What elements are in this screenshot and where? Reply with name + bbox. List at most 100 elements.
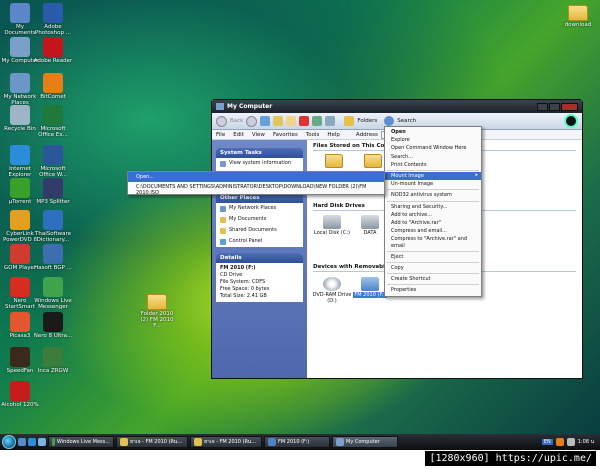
close-button[interactable] — [561, 102, 578, 111]
switch-windows-icon[interactable] — [38, 438, 46, 446]
place-shared[interactable]: Shared Documents — [216, 225, 303, 236]
context-menu-item[interactable]: Add to "Archive.rar" — [385, 219, 481, 227]
context-menu-item[interactable]: Compress and email... — [385, 227, 481, 235]
folder-icon — [568, 5, 588, 21]
submenu-iso-path[interactable]: C:\DOCUMENTS AND SETTINGS\ADMINISTRATOR\… — [128, 182, 384, 198]
context-menu-item[interactable]: Create Shortcut — [385, 275, 481, 283]
inca-icon — [43, 347, 63, 367]
desktop-icon[interactable]: Microsoft Office W... — [33, 145, 73, 178]
taskbar-fm-1[interactable]: ฮาเจ - FM 2010 (ดิน... — [116, 436, 188, 448]
desktop-icon[interactable]: Microsoft Office Ex... — [33, 105, 73, 138]
views-icon[interactable] — [325, 116, 336, 126]
language-indicator[interactable]: EN — [541, 439, 553, 445]
control-panel-icon — [220, 238, 226, 245]
context-menu-item[interactable]: Sharing and Security... — [385, 203, 481, 211]
maximize-button[interactable] — [549, 102, 560, 111]
context-menu-item[interactable]: Compress to "Archive.rar" and email — [385, 235, 481, 249]
details-type: CD Drive — [220, 272, 243, 278]
context-menu-item[interactable]: Open Command Window Here — [385, 144, 481, 152]
submenu-open[interactable]: Open... — [128, 172, 384, 182]
panel-header[interactable]: System Tasks — [216, 148, 303, 158]
folders-icon[interactable] — [344, 116, 355, 126]
shared-docs-folder[interactable] — [313, 154, 355, 169]
mount-image-submenu: Open... C:\DOCUMENTS AND SETTINGS\ADMINI… — [127, 171, 385, 198]
back-button[interactable]: Back — [230, 118, 243, 124]
folder-options-icon[interactable] — [273, 116, 284, 126]
powerdvd-icon — [10, 210, 30, 230]
up-folder-icon[interactable] — [260, 116, 271, 126]
desktop-icon[interactable]: Nero 8 Ultra... — [33, 312, 73, 339]
context-menu-item[interactable]: NOD32 antivirus system — [385, 191, 481, 199]
desktop-icon[interactable]: Windows Live Messenger — [33, 277, 73, 310]
search-icon[interactable] — [384, 116, 395, 126]
desktop-icon[interactable]: Alcohol 120% — [0, 381, 40, 408]
context-menu: Open Explore Open Command Window Here Searc… — [384, 126, 482, 297]
taskbar-fm-drive[interactable]: FM 2010 (F:) — [264, 436, 330, 448]
volume-icon[interactable] — [566, 438, 575, 446]
documents-folder-icon — [220, 216, 226, 223]
menu-tools[interactable]: Tools — [306, 132, 320, 138]
copy-icon[interactable] — [286, 116, 297, 126]
shared-folder-icon — [220, 227, 226, 234]
menu-favorites[interactable]: Favorites — [273, 132, 298, 138]
folders-button[interactable]: Folders — [357, 118, 377, 124]
context-menu-item[interactable]: Print Contents — [385, 161, 481, 169]
context-menu-item[interactable]: Add to archive... — [385, 211, 481, 219]
place-control-panel[interactable]: Control Panel — [216, 236, 303, 247]
taskbar-fm-2[interactable]: ฮาเจ - FM 2010 (ดิน... — [190, 436, 262, 448]
menu-separator — [387, 273, 479, 275]
menu-file[interactable]: File — [216, 132, 225, 138]
tray-icon[interactable] — [555, 438, 564, 446]
window-title: My Computer — [227, 103, 273, 110]
back-arrow-icon[interactable] — [216, 115, 227, 127]
context-menu-item[interactable]: Un-mount Image — [385, 180, 481, 188]
start-button[interactable] — [2, 435, 16, 449]
desktop-icon[interactable]: ThaiSoftware Dictionary... — [33, 210, 73, 243]
context-menu-item[interactable]: Copy — [385, 264, 481, 272]
ie-quicklaunch-icon[interactable] — [28, 438, 36, 446]
window-controls — [537, 102, 578, 111]
taskbar-messenger[interactable]: Windows Live Mess... — [48, 436, 114, 448]
cd-drive-icon — [268, 438, 276, 446]
menu-edit[interactable]: Edit — [233, 132, 244, 138]
place-network[interactable]: My Network Places — [216, 203, 303, 214]
window-titlebar[interactable]: My Computer — [212, 100, 582, 113]
context-menu-item[interactable]: Search... — [385, 153, 481, 161]
minimize-button[interactable] — [537, 102, 548, 111]
desktop-icon[interactable]: MP3 Splitter — [33, 178, 73, 205]
drive-dvd-d[interactable]: DVD-RAM Drive (D:) — [311, 277, 353, 304]
forward-arrow-icon[interactable] — [246, 115, 258, 127]
search-button[interactable]: Search — [397, 118, 416, 124]
network-icon — [10, 73, 30, 93]
drive-local-c[interactable]: Local Disk (C:) — [311, 215, 353, 236]
context-menu-item[interactable]: Mount Image — [385, 172, 481, 181]
folder-icon — [325, 154, 343, 168]
clock[interactable]: 1:08 น — [578, 438, 594, 446]
context-menu-item[interactable]: Properties — [385, 286, 481, 294]
task-view-system-info[interactable]: View system information — [216, 158, 303, 169]
desktop-icon[interactable]: Inca ZRGW — [33, 347, 73, 374]
delete-icon[interactable] — [299, 116, 310, 126]
excel-icon — [43, 105, 63, 125]
bitcomet-icon — [43, 73, 63, 93]
menu-view[interactable]: View — [252, 132, 265, 138]
menu-help[interactable]: Help — [327, 132, 340, 138]
desktop-icon[interactable]: BitComet — [33, 73, 73, 100]
show-desktop-icon[interactable] — [18, 438, 26, 446]
desktop-folder-fm2010[interactable]: Folder 2010 (2) FM 2010 F... — [137, 292, 177, 329]
desktop-icon[interactable]: Adobe Reader — [33, 37, 73, 64]
undo-icon[interactable] — [312, 116, 323, 126]
panel-header[interactable]: Details — [216, 253, 303, 263]
desktop-icon[interactable]: Adobe Photoshop ... — [33, 3, 73, 36]
network-icon — [220, 205, 226, 212]
taskbar-my-computer[interactable]: My Computer — [332, 436, 398, 448]
details-free: Free Space: 0 bytes — [220, 286, 270, 292]
place-documents[interactable]: My Documents — [216, 214, 303, 225]
desktop-folder-download[interactable]: download — [558, 3, 598, 28]
menu-separator — [387, 262, 479, 264]
context-menu-item[interactable]: Open — [385, 128, 481, 136]
context-menu-item[interactable]: Eject — [385, 253, 481, 261]
context-menu-item[interactable]: Explore — [385, 136, 481, 144]
computer-icon — [336, 438, 344, 446]
desktop-icon[interactable]: Hasoft BGP ... — [33, 244, 73, 271]
